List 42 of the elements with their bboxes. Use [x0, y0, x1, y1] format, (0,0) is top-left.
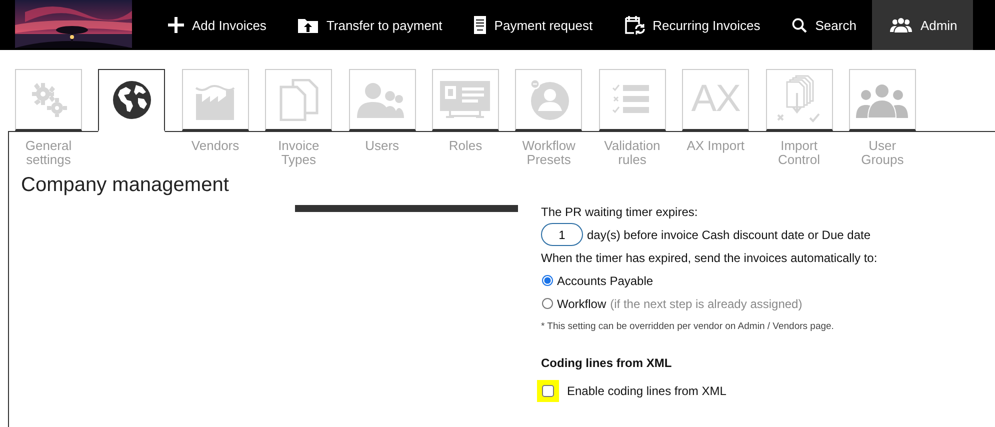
- radio-button[interactable]: [542, 275, 553, 286]
- tab-label: User Groups: [861, 138, 904, 167]
- calendar-refresh-icon: [624, 15, 645, 35]
- user-group-icon: [855, 82, 910, 118]
- id-card-icon: [440, 80, 490, 118]
- radio-button[interactable]: [542, 298, 553, 309]
- tab-label: Workflow Presets: [522, 138, 576, 167]
- tab-label: AX Import: [686, 138, 745, 153]
- days-suffix: day(s) before invoice Cash discount date or Due date: [587, 228, 870, 242]
- gears-icon: [30, 82, 66, 116]
- option-label: Workflow: [557, 296, 606, 310]
- option-label: Accounts Payable: [557, 274, 654, 288]
- nav-item[interactable]: Add Invoices: [152, 0, 282, 50]
- nav-item[interactable]: Admin: [872, 0, 974, 50]
- document-icon: [474, 16, 486, 34]
- globe-icon: [112, 80, 152, 120]
- section-title: Coding lines from XML: [541, 356, 673, 370]
- tab-label: Users: [365, 138, 400, 153]
- nav-item[interactable]: Transfer to payment: [282, 0, 458, 50]
- plus-icon: [168, 17, 184, 33]
- tab-label: Roles: [448, 138, 482, 153]
- page-title: Company management: [21, 173, 230, 197]
- tab-label: General settings: [25, 138, 72, 167]
- users-icon: [890, 17, 912, 33]
- send-label: When the timer has expired, send the invoices automatically to:: [541, 250, 878, 264]
- folder-upload-icon: [298, 18, 318, 32]
- tab-label: Import Control: [778, 138, 820, 167]
- nav-item[interactable]: Payment request: [458, 0, 609, 50]
- timer-label: The PR waiting timer expires:: [541, 204, 698, 218]
- nav-item[interactable]: Search: [776, 0, 872, 50]
- nav-item[interactable]: Recurring Invoices: [608, 0, 776, 50]
- admin-tab[interactable]: [98, 69, 166, 132]
- tab-label: Validation rules: [604, 138, 660, 167]
- tab-label: Invoice Types: [278, 138, 320, 167]
- enable-checkbox[interactable]: [542, 384, 554, 396]
- override-note: * This setting can be overridden per vendor on Admin / Vendors page.: [541, 321, 835, 332]
- checkbox-label: Enable coding lines from XML: [567, 384, 726, 398]
- documents-icon: [278, 78, 319, 120]
- search-icon: [792, 18, 808, 32]
- option-hint: (if the next step is already assigned): [610, 296, 802, 310]
- days-field[interactable]: 1: [541, 223, 583, 246]
- tab-label: Vendors: [191, 138, 240, 153]
